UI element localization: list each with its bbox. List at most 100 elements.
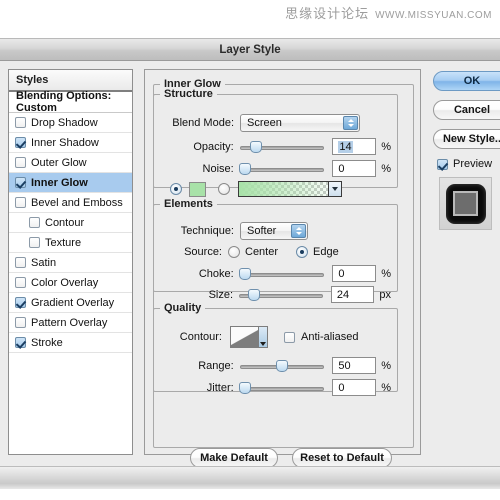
effect-checkbox[interactable] <box>15 197 26 208</box>
contour-preset-thumbnail[interactable] <box>230 326 268 348</box>
glow-color-swatch[interactable] <box>189 182 206 197</box>
preview-checkbox[interactable] <box>437 159 448 170</box>
effect-checkbox[interactable] <box>15 317 26 328</box>
technique-value: Softer <box>247 225 276 237</box>
sidebar-item-texture[interactable]: Texture <box>9 233 132 253</box>
chevron-updown-icon <box>291 224 306 238</box>
fill-gradient-radio[interactable] <box>218 183 230 195</box>
blend-mode-select[interactable]: Screen <box>240 114 360 132</box>
preview-thumbnail <box>439 177 492 230</box>
sidebar-item-outer-glow[interactable]: Outer Glow <box>9 153 132 173</box>
noise-slider-knob[interactable] <box>239 163 251 175</box>
size-slider[interactable] <box>239 288 323 302</box>
sidebar-item-stroke[interactable]: Stroke <box>9 333 132 353</box>
technique-label: Technique: <box>162 225 234 237</box>
sidebar-item-color-overlay[interactable]: Color Overlay <box>9 273 132 293</box>
effect-checkbox[interactable] <box>15 257 26 268</box>
effect-label: Bevel and Emboss <box>31 197 123 209</box>
dialog-bottom-chrome <box>0 466 500 489</box>
sidebar-item-contour[interactable]: Contour <box>9 213 132 233</box>
source-center-label: Center <box>245 246 278 258</box>
effect-label: Drop Shadow <box>31 117 98 129</box>
range-label: Range: <box>162 360 234 372</box>
sidebar-item-gradient-overlay[interactable]: Gradient Overlay <box>9 293 132 313</box>
fill-color-radio[interactable] <box>170 183 182 195</box>
size-input[interactable]: 24 <box>331 286 375 303</box>
sidebar-item-pattern-overlay[interactable]: Pattern Overlay <box>9 313 132 333</box>
technique-select[interactable]: Softer <box>240 222 308 240</box>
effect-checkbox[interactable] <box>15 277 26 288</box>
quality-group-title: Quality <box>160 302 205 314</box>
size-slider-knob[interactable] <box>248 289 260 301</box>
reset-to-default-button[interactable]: Reset to Default <box>292 448 392 468</box>
choke-value: 0 <box>338 268 344 280</box>
choke-slider-track <box>240 273 325 277</box>
styles-panel-header-label: Styles <box>16 74 48 86</box>
ok-label: OK <box>464 75 481 87</box>
jitter-slider-knob[interactable] <box>239 382 251 394</box>
dialog-title: Layer Style <box>219 44 280 56</box>
effect-checkbox[interactable] <box>29 217 40 228</box>
default-buttons-row: Make Default Reset to Default <box>190 448 392 468</box>
choke-slider-knob[interactable] <box>239 268 251 280</box>
glow-gradient-preview[interactable] <box>238 181 342 197</box>
watermark-cn-text: 思缘设计论坛 <box>285 3 369 22</box>
sidebar-item-inner-shadow[interactable]: Inner Shadow <box>9 133 132 153</box>
choke-slider[interactable] <box>240 267 325 281</box>
anti-aliased-checkbox[interactable] <box>284 332 295 343</box>
size-label: Size: <box>162 289 233 301</box>
blending-options-label: Blending Options: Custom <box>16 90 132 114</box>
effect-label: Inner Glow <box>31 177 88 189</box>
structure-group: Structure Blend Mode: Screen Opacity: <box>153 88 398 188</box>
screenshot-root: 思缘设计论坛 WWW.MISSYUAN.COM Layer Style Styl… <box>0 0 500 500</box>
effect-label: Pattern Overlay <box>31 317 107 329</box>
chevron-down-icon[interactable] <box>258 327 267 347</box>
effect-checkbox[interactable] <box>15 177 26 188</box>
effect-checkbox[interactable] <box>15 337 26 348</box>
layer-style-dialog: Layer Style Styles Blending Options: Cus… <box>0 38 500 466</box>
new-style-button[interactable]: New Style.. <box>433 129 500 149</box>
opacity-label: Opacity: <box>162 141 234 153</box>
source-edge-radio[interactable] <box>296 246 308 258</box>
make-default-label: Make Default <box>200 452 268 464</box>
dialog-titlebar[interactable]: Layer Style <box>0 39 500 61</box>
sidebar-item-inner-glow[interactable]: Inner Glow <box>9 173 132 193</box>
effect-label: Satin <box>31 257 56 269</box>
watermark: 思缘设计论坛 WWW.MISSYUAN.COM <box>285 3 492 22</box>
sidebar-item-blending-options[interactable]: Blending Options: Custom <box>9 92 132 113</box>
effect-checkbox[interactable] <box>29 237 40 248</box>
choke-input[interactable]: 0 <box>332 265 376 282</box>
range-slider[interactable] <box>240 359 325 373</box>
sidebar-item-bevel-and-emboss[interactable]: Bevel and Emboss <box>9 193 132 213</box>
ok-button[interactable]: OK <box>433 71 500 91</box>
effect-checkbox[interactable] <box>15 117 26 128</box>
dialog-body: Styles Blending Options: Custom Drop Sha… <box>0 61 500 467</box>
noise-input[interactable]: 0 <box>332 160 376 177</box>
effect-checkbox[interactable] <box>15 137 26 148</box>
make-default-button[interactable]: Make Default <box>190 448 278 468</box>
opacity-slider[interactable] <box>240 140 325 154</box>
structure-group-title: Structure <box>160 88 217 100</box>
jitter-unit: % <box>381 382 391 394</box>
cancel-button[interactable]: Cancel <box>433 100 500 120</box>
noise-slider-track <box>240 168 325 172</box>
sidebar-item-drop-shadow[interactable]: Drop Shadow <box>9 113 132 133</box>
jitter-slider[interactable] <box>240 381 325 395</box>
size-value: 24 <box>337 289 349 301</box>
opacity-slider-knob[interactable] <box>250 141 262 153</box>
chevron-down-icon[interactable] <box>328 182 341 196</box>
range-slider-knob[interactable] <box>276 360 288 372</box>
opacity-input[interactable]: 14 <box>332 138 376 155</box>
range-input[interactable]: 50 <box>332 357 376 374</box>
noise-slider[interactable] <box>240 162 325 176</box>
source-center-radio[interactable] <box>228 246 240 258</box>
preview-thumbnail-inner <box>453 191 478 216</box>
styles-panel-header: Styles <box>9 70 132 92</box>
effect-checkbox[interactable] <box>15 157 26 168</box>
effects-list: Drop Shadow Inner ShadowOuter Glow Inner G… <box>9 113 132 353</box>
elements-group-title: Elements <box>160 198 217 210</box>
effect-checkbox[interactable] <box>15 297 26 308</box>
sidebar-item-satin[interactable]: Satin <box>9 253 132 273</box>
elements-group: Elements Technique: Softer Source: Cente… <box>153 198 398 292</box>
jitter-input[interactable]: 0 <box>332 379 376 396</box>
